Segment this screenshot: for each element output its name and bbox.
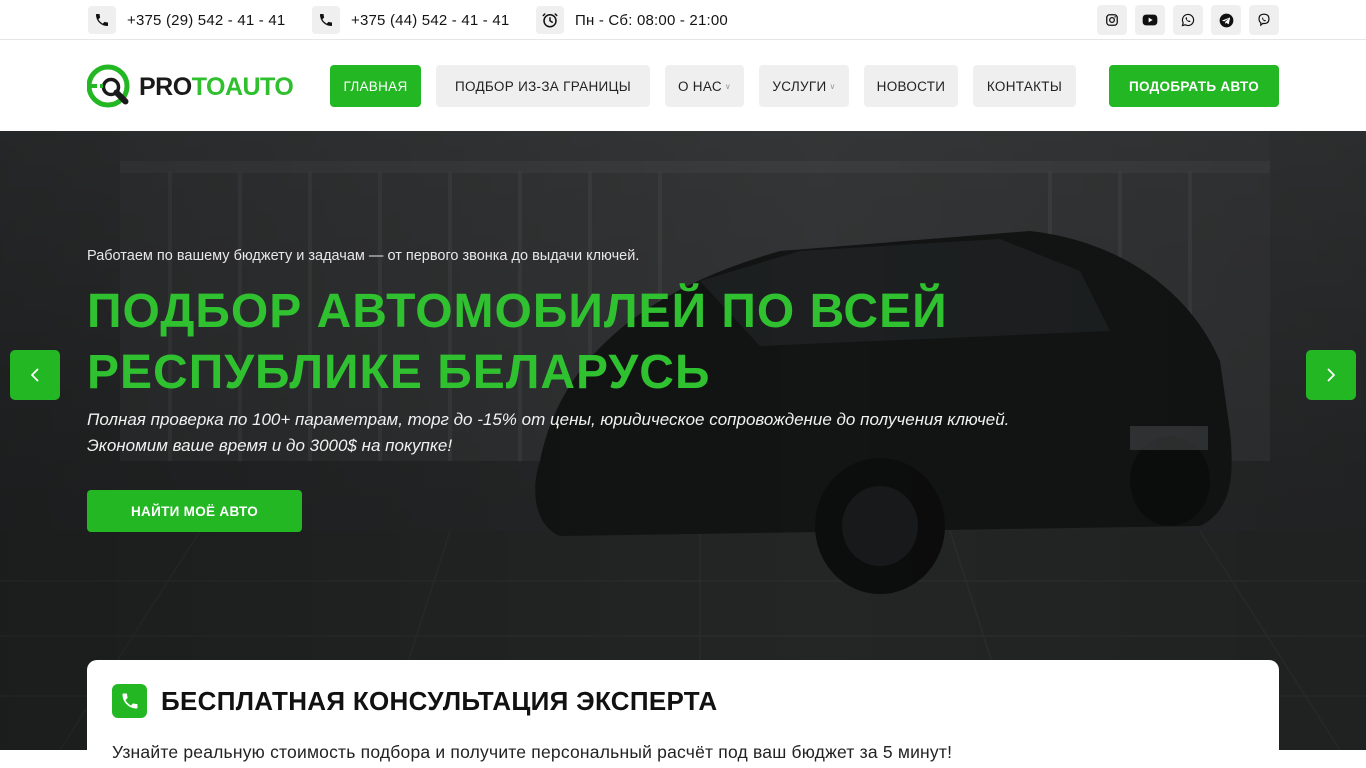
- phone-number-1[interactable]: +375 (29) 542 - 41 - 41: [127, 12, 285, 29]
- whatsapp-icon[interactable]: [1173, 5, 1203, 35]
- phone-contact-2[interactable]: +375 (44) 542 - 41 - 41: [312, 6, 509, 34]
- chevron-down-icon: ∨: [724, 81, 732, 91]
- logo-magnifier-icon: [87, 64, 130, 108]
- nav-item-import[interactable]: ПОДБОР ИЗ-ЗА ГРАНИЦЫ: [436, 65, 650, 107]
- viber-icon[interactable]: [1249, 5, 1279, 35]
- social-links: [1097, 5, 1279, 35]
- logo-text: PROTOAUTO: [139, 72, 294, 101]
- working-hours: Пн - Сб: 08:00 - 21:00: [536, 6, 728, 34]
- consultation-title: БЕСПЛАТНАЯ КОНСУЛЬТАЦИЯ ЭКСПЕРТА: [161, 686, 718, 716]
- chevron-left-icon: [31, 368, 39, 382]
- hero-description: Полная проверка по 100+ параметрам, торг…: [87, 407, 1067, 459]
- youtube-icon[interactable]: [1135, 5, 1165, 35]
- hero-description-line-2: Экономим ваше время и до 3000$ на покупк…: [87, 436, 453, 455]
- nav-item-label: ГЛАВНАЯ: [343, 78, 408, 94]
- hero-description-line-1: Полная проверка по 100+ параметрам, торг…: [87, 410, 1010, 429]
- telegram-icon[interactable]: [1211, 5, 1241, 35]
- slider-prev-button[interactable]: [10, 350, 60, 400]
- nav-item-label: КОНТАКТЫ: [986, 78, 1063, 94]
- instagram-icon[interactable]: [1097, 5, 1127, 35]
- nav-item-home[interactable]: ГЛАВНАЯ: [330, 65, 421, 107]
- consultation-card: БЕСПЛАТНАЯ КОНСУЛЬТАЦИЯ ЭКСПЕРТА Узнайте…: [87, 660, 1279, 768]
- nav-item-label: НОВОСТИ: [876, 78, 946, 94]
- nav-item-label: ПОДБОР ИЗ-ЗА ГРАНИЦЫ: [454, 78, 632, 94]
- clock-icon: [536, 6, 564, 34]
- nav-item-label: О НАС: [677, 78, 722, 94]
- pick-car-button[interactable]: ПОДОБРАТЬ АВТО: [1109, 65, 1279, 107]
- nav-item-contacts[interactable]: КОНТАКТЫ: [973, 65, 1076, 107]
- phone-number-2[interactable]: +375 (44) 542 - 41 - 41: [351, 12, 509, 29]
- top-bar: +375 (29) 542 - 41 - 41 +375 (44) 542 - …: [0, 0, 1366, 40]
- find-my-car-button[interactable]: НАЙТИ МОЁ АВТО: [87, 490, 302, 532]
- nav-item-about[interactable]: О НАС ∨: [665, 65, 744, 107]
- working-hours-text: Пн - Сб: 08:00 - 21:00: [575, 11, 728, 29]
- slider-next-button[interactable]: [1306, 350, 1356, 400]
- logo[interactable]: PROTOAUTO: [87, 63, 297, 111]
- hero-title: ПОДБОР АВТОМОБИЛЕЙ ПО ВСЕЙ РЕСПУБЛИКЕ БЕ…: [87, 285, 948, 399]
- phone-icon: [312, 6, 340, 34]
- nav-item-news[interactable]: НОВОСТИ: [864, 65, 958, 107]
- site-header: PROTOAUTO ГЛАВНАЯ ПОДБОР ИЗ-ЗА ГРАНИЦЫ О…: [0, 41, 1366, 131]
- hero-slider: Работаем по вашему бюджету и задачам — о…: [0, 131, 1366, 750]
- phone-contact-1[interactable]: +375 (29) 542 - 41 - 41: [88, 6, 285, 34]
- nav-item-label: УСЛУГИ: [772, 78, 827, 94]
- chevron-right-icon: [1327, 368, 1335, 382]
- chevron-down-icon: ∨: [829, 81, 836, 91]
- consultation-text: Узнайте реальную стоимость подбора и пол…: [112, 742, 953, 762]
- phone-icon: [112, 684, 147, 718]
- phone-icon: [88, 6, 116, 34]
- nav-item-services[interactable]: УСЛУГИ ∨: [759, 65, 849, 107]
- hero-subtitle: Работаем по вашему бюджету и задачам — о…: [87, 248, 640, 264]
